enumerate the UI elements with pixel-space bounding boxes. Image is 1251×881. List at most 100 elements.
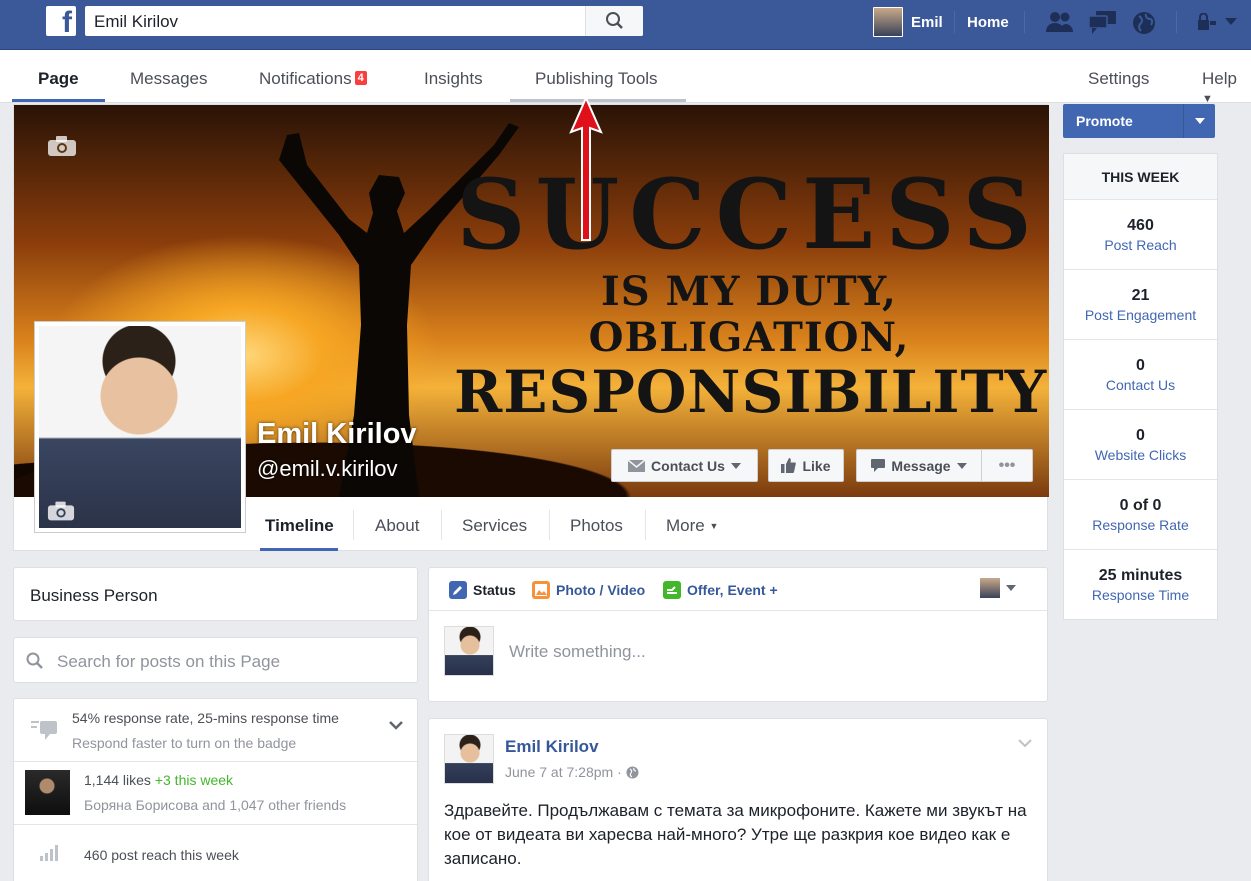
stat-label: Post Engagement <box>1084 307 1197 323</box>
subnav-about[interactable]: About <box>375 497 419 552</box>
messages-icon[interactable] <box>1088 9 1118 35</box>
update-profile-camera-icon[interactable] <box>47 500 75 522</box>
search-button[interactable] <box>585 6 643 36</box>
contact-us-button[interactable]: Contact Us <box>611 449 758 482</box>
composer-offer-event-label: Offer, Event + <box>687 582 778 598</box>
facebook-logo-icon[interactable]: f <box>46 6 76 38</box>
search-input[interactable]: Emil Kirilov <box>85 6 643 36</box>
tab-settings[interactable]: Settings <box>1088 50 1149 103</box>
stat-label: Contact Us <box>1105 377 1176 393</box>
subnav-photos[interactable]: Photos <box>570 497 623 552</box>
stat-response-time[interactable]: 25 minutes Response Time <box>1064 550 1217 620</box>
more-caret-icon: ▼ <box>709 521 719 531</box>
message-label: Message <box>891 457 951 474</box>
contact-caret-icon <box>730 462 741 469</box>
stat-website-clicks[interactable]: 0 Website Clicks <box>1064 410 1217 480</box>
subnav-label: Photos <box>570 516 623 535</box>
privacy-shortcuts-icon[interactable] <box>1197 13 1217 31</box>
home-link[interactable]: Home <box>967 0 1009 44</box>
message-caret-icon <box>956 462 967 469</box>
subnav-divider <box>353 510 354 540</box>
promote-button[interactable]: Promote <box>1063 104 1215 138</box>
cover-quote-line-2: IS MY DUTY, OBLIGATION, <box>588 268 910 361</box>
search-icon <box>606 12 623 29</box>
posting-as-chevron-down-icon[interactable] <box>1005 584 1017 592</box>
stat-post-engagement[interactable]: 21 Post Engagement <box>1064 270 1217 340</box>
tab-notifications[interactable]: Notifications 4 <box>259 50 367 103</box>
stat-value: 0 <box>1136 427 1145 444</box>
composer-input[interactable]: Write something... <box>509 642 646 662</box>
subnav-divider <box>441 510 442 540</box>
photo-icon <box>532 581 550 599</box>
subnav-label: More <box>666 516 705 535</box>
page-stats-card: 54% response rate, 25-mins response time… <box>13 698 418 881</box>
subnav-label: Timeline <box>265 516 334 535</box>
promote-label: Promote <box>1076 113 1133 129</box>
subnav-divider <box>645 510 646 540</box>
composer-avatar <box>444 626 494 676</box>
post-timestamp[interactable]: June 7 at 7:28pm · <box>505 764 639 780</box>
pencil-icon <box>449 581 467 599</box>
page-username[interactable]: @emil.v.kirilov <box>257 456 398 482</box>
like-label: Like <box>802 457 831 474</box>
post-reach-summary: 460 post reach this week <box>84 847 239 863</box>
promote-caret-icon[interactable] <box>1195 118 1205 124</box>
promote-split-divider <box>1183 104 1184 138</box>
speech-bubble-icon <box>871 459 886 472</box>
composer-tab-offer-event[interactable]: Offer, Event + <box>663 581 778 599</box>
user-avatar <box>873 7 903 37</box>
update-cover-camera-icon[interactable] <box>47 135 77 157</box>
post-author-name[interactable]: Emil Kirilov <box>505 737 599 757</box>
account-menu-chevron-down-icon[interactable] <box>1224 17 1238 27</box>
page-post-search-input[interactable]: Search for posts on this Page <box>13 637 418 683</box>
profile-picture[interactable] <box>34 321 246 533</box>
bar-chart-icon <box>40 845 58 861</box>
notifications-globe-icon[interactable] <box>1131 10 1157 36</box>
topbar-divider <box>1024 11 1025 33</box>
friend-avatar[interactable] <box>25 770 70 815</box>
composer-divider <box>429 610 1047 611</box>
tab-label: Page <box>38 69 79 88</box>
tab-messages[interactable]: Messages <box>130 50 207 103</box>
tab-help[interactable]: Help ▼ <box>1202 50 1251 105</box>
tab-page[interactable]: Page <box>38 50 79 103</box>
like-page-button[interactable]: Like <box>768 449 844 482</box>
stat-value: 0 of 0 <box>1119 497 1162 514</box>
topbar-divider <box>954 11 955 33</box>
profile-photo-image <box>39 326 241 528</box>
annotation-arrow-up-icon <box>569 95 603 241</box>
more-actions-button[interactable]: ••• <box>982 449 1033 482</box>
likes-count: 1,144 likes <box>84 772 151 788</box>
profile-shortcut[interactable]: Emil <box>873 0 943 44</box>
message-button[interactable]: Message <box>856 449 982 482</box>
stat-post-reach[interactable]: 460 Post Reach <box>1064 200 1217 270</box>
public-globe-icon <box>626 766 639 779</box>
stat-response-rate[interactable]: 0 of 0 Response Rate <box>1064 480 1217 550</box>
friends-who-like[interactable]: Боряна Борисова and 1,047 other friends <box>84 797 346 813</box>
tab-insights[interactable]: Insights <box>424 50 483 103</box>
post-time-label: June 7 at 7:28pm · <box>505 764 626 780</box>
friend-requests-icon[interactable] <box>1045 10 1075 34</box>
subnav-label: Services <box>462 516 528 535</box>
subnav-more[interactable]: More ▼ <box>666 497 718 552</box>
posting-as-avatar[interactable] <box>980 578 1000 598</box>
section-divider <box>14 824 417 825</box>
subnav-timeline[interactable]: Timeline <box>265 497 334 552</box>
response-badge-hint: Respond faster to turn on the badge <box>72 735 297 751</box>
stat-label: Response Rate <box>1092 517 1189 533</box>
topbar-divider <box>1176 11 1177 33</box>
composer-tab-photo-video[interactable]: Photo / Video <box>532 581 645 599</box>
tab-label: Messages <box>130 69 208 88</box>
composer-tab-status[interactable]: Status <box>449 581 516 599</box>
subnav-services[interactable]: Services <box>462 497 527 552</box>
stat-value: 0 <box>1136 357 1145 374</box>
stat-contact-us[interactable]: 0 Contact Us <box>1064 340 1217 410</box>
search-icon <box>26 652 43 669</box>
post-options-chevron-down-icon[interactable] <box>1018 739 1032 748</box>
page-title: Emil Kirilov <box>257 418 417 450</box>
this-week-stats-card: THIS WEEK 460 Post Reach 21 Post Engagemen… <box>1063 153 1218 620</box>
thumbs-up-icon <box>781 458 797 473</box>
chevron-down-icon[interactable] <box>388 720 404 732</box>
post-author-avatar[interactable] <box>444 734 494 784</box>
cover-quote-line-1: SUCCESS <box>456 158 1042 271</box>
